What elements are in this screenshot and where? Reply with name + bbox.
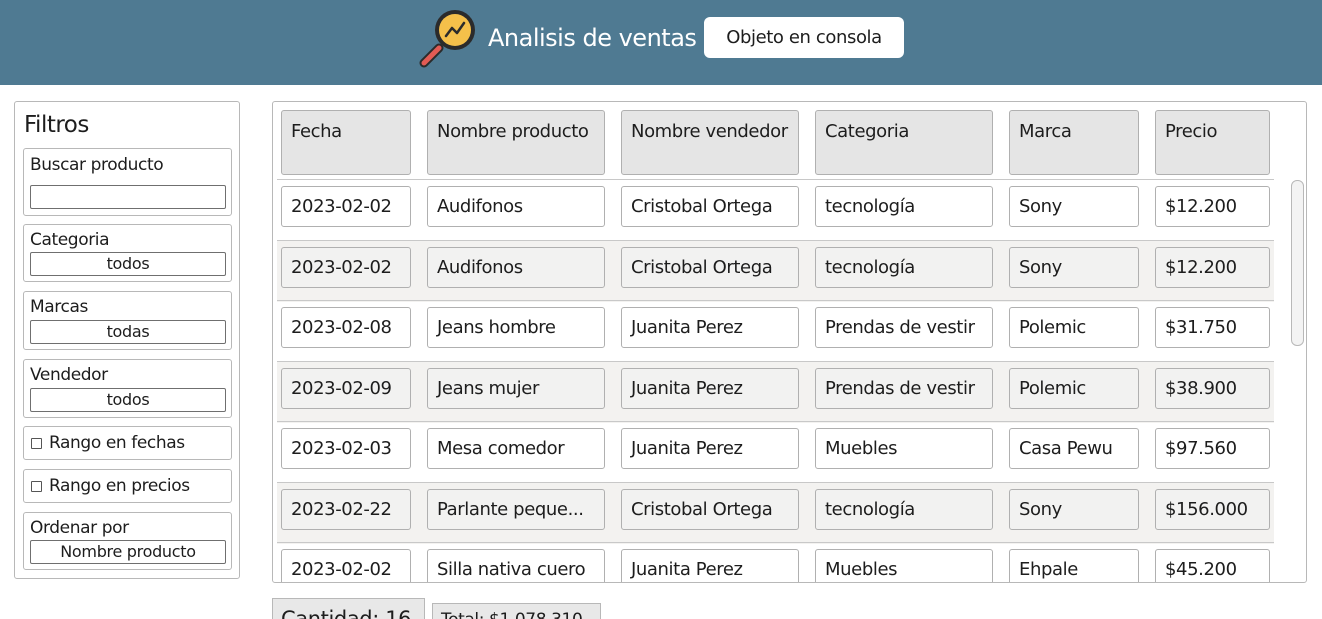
cell-brand: Sony <box>1009 247 1139 288</box>
cell-date: 2023-02-02 <box>281 247 411 288</box>
table-row[interactable]: 2023-02-08 Jeans hombre Juanita Perez Prend… <box>277 301 1274 362</box>
cell-seller: Juanita Perez <box>621 368 799 409</box>
order-select[interactable]: Nombre producto <box>30 540 226 564</box>
cell-category: Muebles <box>815 428 993 469</box>
cell-category: Muebles <box>815 549 993 582</box>
seller-filter: Vendedor todos <box>23 359 232 418</box>
cell-seller: Juanita Perez <box>621 428 799 469</box>
table-row[interactable]: 2023-02-02 Silla nativa cuero Juanita Pere… <box>277 543 1274 582</box>
cell-product: Audifonos <box>427 247 605 288</box>
brands-filter: Marcas todas <box>23 291 232 350</box>
filters-panel: Filtros Buscar producto Categoria todos … <box>14 101 240 579</box>
cell-date: 2023-02-08 <box>281 307 411 348</box>
price-range-label: Rango en precios <box>49 476 190 496</box>
cell-brand: Polemic <box>1009 368 1139 409</box>
search-input[interactable] <box>30 185 226 209</box>
total-summary: Total: $1.078.310 <box>432 603 601 619</box>
cell-seller: Juanita Perez <box>621 307 799 348</box>
cell-seller: Cristobal Ortega <box>621 247 799 288</box>
cell-price: $45.200 <box>1155 549 1270 582</box>
filters-title: Filtros <box>24 112 89 138</box>
price-range-filter[interactable]: Rango en precios <box>23 469 232 503</box>
price-range-checkbox[interactable] <box>31 481 42 492</box>
cell-price: $31.750 <box>1155 307 1270 348</box>
table-row[interactable]: 2023-02-09 Jeans mujer Juanita Perez Prenda… <box>277 362 1274 423</box>
date-range-filter[interactable]: Rango en fechas <box>23 426 232 460</box>
cell-date: 2023-02-09 <box>281 368 411 409</box>
cell-seller: Cristobal Ortega <box>621 186 799 227</box>
cell-product: Jeans hombre <box>427 307 605 348</box>
header-seller: Nombre vendedor <box>621 110 799 175</box>
table-row[interactable]: 2023-02-02 Audifonos Cristobal Ortega tecno… <box>277 180 1274 241</box>
quantity-summary: Cantidad: 16 <box>272 598 425 619</box>
cell-product: Parlante peque... <box>427 489 605 530</box>
date-range-checkbox[interactable] <box>31 438 42 449</box>
cell-category: tecnología <box>815 247 993 288</box>
date-range-label: Rango en fechas <box>49 433 185 453</box>
cell-date: 2023-02-02 <box>281 549 411 582</box>
category-label: Categoria <box>30 230 110 250</box>
console-object-button[interactable]: Objeto en consola <box>704 17 904 58</box>
brands-select[interactable]: todas <box>30 320 226 344</box>
header-date: Fecha <box>281 110 411 175</box>
cell-product: Mesa comedor <box>427 428 605 469</box>
header-category: Categoria <box>815 110 993 175</box>
header-price: Precio <box>1155 110 1270 175</box>
order-label: Ordenar por <box>30 518 129 538</box>
cell-date: 2023-02-03 <box>281 428 411 469</box>
cell-price: $156.000 <box>1155 489 1270 530</box>
magnifier-chart-icon <box>419 10 475 68</box>
table-row[interactable]: 2023-02-02 Audifonos Cristobal Ortega tecno… <box>277 241 1274 302</box>
brands-label: Marcas <box>30 297 88 317</box>
cell-date: 2023-02-02 <box>281 186 411 227</box>
sales-table: Fecha Nombre producto Nombre vendedor Ca… <box>272 101 1307 583</box>
cell-price: $12.200 <box>1155 186 1270 227</box>
order-filter: Ordenar por Nombre producto <box>23 512 232 570</box>
cell-brand: Sony <box>1009 489 1139 530</box>
cell-category: Prendas de vestir <box>815 368 993 409</box>
cell-seller: Cristobal Ortega <box>621 489 799 530</box>
category-filter: Categoria todos <box>23 224 232 282</box>
page-title: Analisis de ventas <box>488 24 697 52</box>
cell-category: tecnología <box>815 489 993 530</box>
cell-price: $97.560 <box>1155 428 1270 469</box>
cell-brand: Ehpale <box>1009 549 1139 582</box>
search-filter: Buscar producto <box>23 148 232 216</box>
table-row[interactable]: 2023-02-22 Parlante peque... Cristobal Ort… <box>277 483 1274 544</box>
category-select[interactable]: todos <box>30 252 226 276</box>
cell-price: $12.200 <box>1155 247 1270 288</box>
cell-product: Jeans mujer <box>427 368 605 409</box>
table-scrollbar[interactable] <box>1291 180 1304 346</box>
cell-price: $38.900 <box>1155 368 1270 409</box>
cell-date: 2023-02-22 <box>281 489 411 530</box>
search-label: Buscar producto <box>30 155 164 175</box>
cell-brand: Polemic <box>1009 307 1139 348</box>
seller-label: Vendedor <box>30 365 108 385</box>
cell-category: Prendas de vestir <box>815 307 993 348</box>
header-product: Nombre producto <box>427 110 605 175</box>
app-header: Analisis de ventas Objeto en consola <box>0 0 1322 85</box>
cell-product: Silla nativa cuero <box>427 549 605 582</box>
cell-brand: Casa Pewu <box>1009 428 1139 469</box>
cell-seller: Juanita Perez <box>621 549 799 582</box>
table-row[interactable]: 2023-02-03 Mesa comedor Juanita Perez Muebl… <box>277 422 1274 483</box>
seller-select[interactable]: todos <box>30 388 226 412</box>
cell-brand: Sony <box>1009 186 1139 227</box>
cell-product: Audifonos <box>427 186 605 227</box>
header-brand: Marca <box>1009 110 1139 175</box>
cell-category: tecnología <box>815 186 993 227</box>
